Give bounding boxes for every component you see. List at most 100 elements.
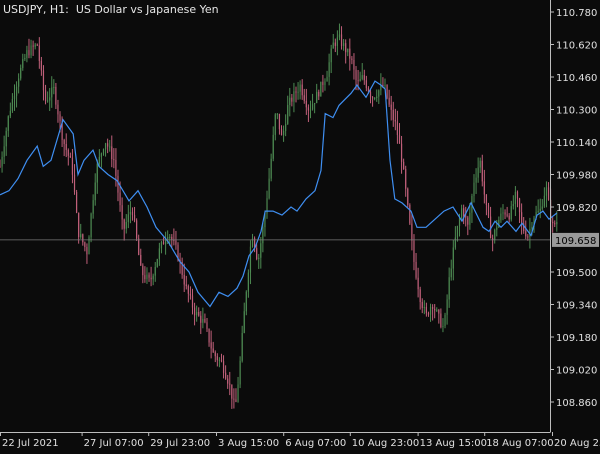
candle-body [328, 62, 330, 77]
chart-title: USDJPY, H1: US Dollar vs Japanese Yen [3, 3, 219, 16]
time-axis-label: 27 Jul 07:00 [84, 438, 144, 449]
time-axis-label: 18 Aug 07:00 [486, 438, 553, 449]
candle-body [357, 80, 359, 82]
candle-body [434, 308, 436, 311]
candle-body [506, 214, 508, 216]
candle-body [514, 191, 517, 205]
candle-body [243, 311, 245, 334]
candle-body [510, 206, 512, 220]
candle-body [463, 208, 465, 217]
candle-body [541, 206, 543, 209]
candle-body [359, 78, 361, 82]
candle-body [229, 383, 231, 385]
candle-body [142, 265, 144, 276]
candle-body [295, 91, 297, 93]
candle-body [492, 238, 494, 240]
candle-body [102, 149, 105, 154]
candle-body [86, 246, 88, 255]
candle-body [24, 58, 26, 60]
price-chart[interactable]: 110.780 110.620 110.460 110.300 110.140 109.9… [0, 0, 600, 450]
candle-body [160, 242, 163, 249]
candle-body [369, 91, 372, 98]
candle-body [249, 246, 252, 273]
candle-body [438, 309, 440, 314]
candle-body [361, 75, 363, 79]
candle-body [245, 291, 247, 312]
candle-body [125, 221, 127, 229]
candle-body [183, 274, 185, 285]
candle-body [42, 70, 45, 91]
price-axis-label: 110.140 [556, 138, 597, 149]
candle-body [22, 59, 24, 68]
candle-body [518, 198, 521, 213]
price-axis-label: 110.460 [556, 73, 597, 84]
candle-body [326, 76, 328, 82]
candle-body [442, 325, 444, 327]
candle-body [405, 169, 407, 189]
candle-body [436, 309, 438, 311]
candle-body [458, 217, 461, 227]
candle-body [208, 328, 210, 343]
indicator-layer [0, 80, 558, 308]
candle-body [343, 43, 345, 46]
candle-body [400, 143, 403, 162]
candle-body [384, 85, 386, 87]
time-axis-label: 3 Aug 15:00 [218, 438, 279, 449]
candle-body [469, 212, 471, 225]
candle-body [318, 91, 320, 97]
candle-body [92, 200, 94, 214]
candle-body [297, 91, 299, 93]
candle-body [49, 97, 51, 101]
candle-body [282, 130, 285, 136]
candle-body [235, 399, 237, 402]
candle-body [456, 226, 459, 238]
candle-body [547, 187, 550, 200]
candle-body [502, 212, 504, 214]
chart-window[interactable]: 110.780 110.620 110.460 110.300 110.140 109.9… [0, 0, 600, 450]
candle-body [119, 192, 121, 206]
candle-body [411, 223, 413, 241]
candle-body [1, 156, 3, 167]
candle-body [117, 175, 119, 193]
candle-body [479, 160, 481, 168]
candle-body [247, 272, 249, 292]
candle-body [51, 87, 53, 98]
candle-body [13, 95, 16, 100]
candle-body [371, 97, 374, 99]
candle-body [212, 348, 214, 353]
candle-body [363, 75, 365, 81]
candle-body [477, 167, 479, 178]
candle-body [353, 59, 355, 70]
candle-body [311, 104, 314, 110]
candle-body [394, 119, 396, 122]
candle-body [396, 121, 399, 135]
candle-body [251, 238, 254, 247]
candle-body [481, 160, 483, 182]
candle-body [84, 242, 86, 247]
candle-body [365, 80, 367, 89]
candle-body [187, 286, 189, 294]
candle-body [127, 214, 129, 222]
candle-body [293, 91, 295, 102]
candle-body [206, 322, 208, 329]
candle-body [539, 208, 541, 211]
candle-body [67, 149, 69, 156]
candle-body [521, 212, 523, 224]
candle-body [527, 236, 529, 238]
candle-body [262, 227, 264, 244]
candle-body [154, 266, 156, 276]
time-axis-label: 10 Aug 23:00 [352, 438, 419, 449]
candle-body [3, 146, 5, 157]
candle-body [465, 216, 467, 218]
candle-body [301, 84, 303, 96]
candle-body [73, 174, 76, 193]
candle-body [278, 113, 281, 130]
candle-body [133, 214, 136, 221]
candle-body [421, 302, 423, 308]
candle-body [545, 187, 548, 196]
candle-body [140, 254, 142, 266]
candle-body [146, 274, 148, 280]
candle-body [516, 191, 519, 199]
candle-body [237, 384, 239, 402]
candle-body [314, 103, 316, 105]
